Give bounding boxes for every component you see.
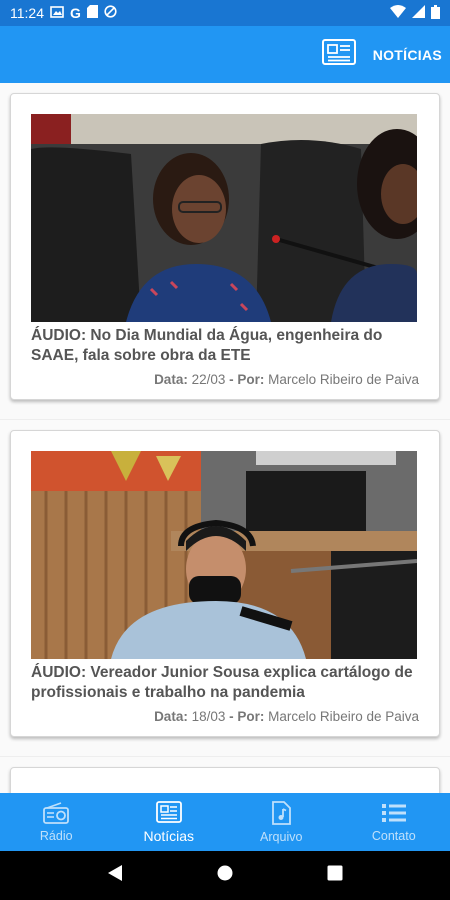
bottom-navigation: Rádio Notícias Arquivo Contato	[0, 793, 450, 851]
news-card[interactable]: ÁUDIO: Vereador Junior Sousa explica car…	[10, 430, 440, 737]
news-image	[31, 114, 417, 322]
nav-label-noticias: Notícias	[143, 827, 195, 844]
news-list[interactable]: ÁUDIO: No Dia Mundial da Água, engenheir…	[0, 83, 450, 793]
nav-item-noticias[interactable]: Notícias	[113, 793, 226, 851]
nav-item-arquivo[interactable]: Arquivo	[225, 793, 338, 851]
signal-icon	[412, 5, 425, 21]
sd-card-icon	[86, 5, 98, 21]
author-label: - Por:	[229, 709, 265, 724]
nav-label-radio: Rádio	[39, 828, 73, 843]
blocked-icon	[104, 5, 117, 21]
nav-label-arquivo: Arquivo	[260, 829, 303, 844]
radio-icon	[43, 801, 70, 829]
news-meta: Data: 22/03 - Por: Marcelo Ribeiro de Pa…	[31, 372, 419, 387]
author-label: - Por:	[229, 372, 265, 387]
news-meta: Data: 18/03 - Por: Marcelo Ribeiro de Pa…	[31, 709, 419, 724]
wifi-icon	[390, 5, 406, 21]
battery-icon	[431, 4, 440, 22]
home-icon[interactable]	[217, 865, 233, 886]
image-notification-icon	[50, 5, 64, 21]
news-card[interactable]: ÁUDIO: No Dia Mundial da Água, engenheir…	[10, 93, 440, 400]
news-author: Marcelo Ribeiro de Paiva	[268, 709, 419, 724]
news-image	[31, 451, 417, 659]
list-icon	[381, 802, 407, 829]
page-title: NOTÍCIAS	[372, 46, 442, 63]
nav-item-radio[interactable]: Rádio	[0, 793, 113, 851]
newspaper-icon	[155, 800, 182, 828]
back-icon[interactable]	[107, 864, 123, 887]
news-date: 18/03	[191, 709, 226, 724]
app-bar: NOTÍCIAS	[0, 26, 450, 83]
status-time: 11:24	[10, 5, 44, 21]
recents-icon[interactable]	[327, 865, 343, 886]
newspaper-icon	[321, 38, 357, 71]
news-title[interactable]: ÁUDIO: Vereador Junior Sousa explica car…	[31, 663, 419, 703]
status-bar: 11:24 G	[0, 0, 450, 26]
system-navigation-bar	[0, 851, 450, 900]
news-title[interactable]: ÁUDIO: No Dia Mundial da Água, engenheir…	[31, 326, 419, 366]
date-label: Data:	[154, 709, 188, 724]
news-author: Marcelo Ribeiro de Paiva	[268, 372, 419, 387]
nav-label-contato: Contato	[371, 828, 416, 843]
date-label: Data:	[154, 372, 188, 387]
nav-item-contato[interactable]: Contato	[338, 793, 450, 851]
news-card[interactable]	[10, 767, 440, 793]
audio-file-icon	[271, 800, 292, 830]
google-icon: G	[70, 5, 81, 21]
news-date: 22/03	[191, 372, 226, 387]
